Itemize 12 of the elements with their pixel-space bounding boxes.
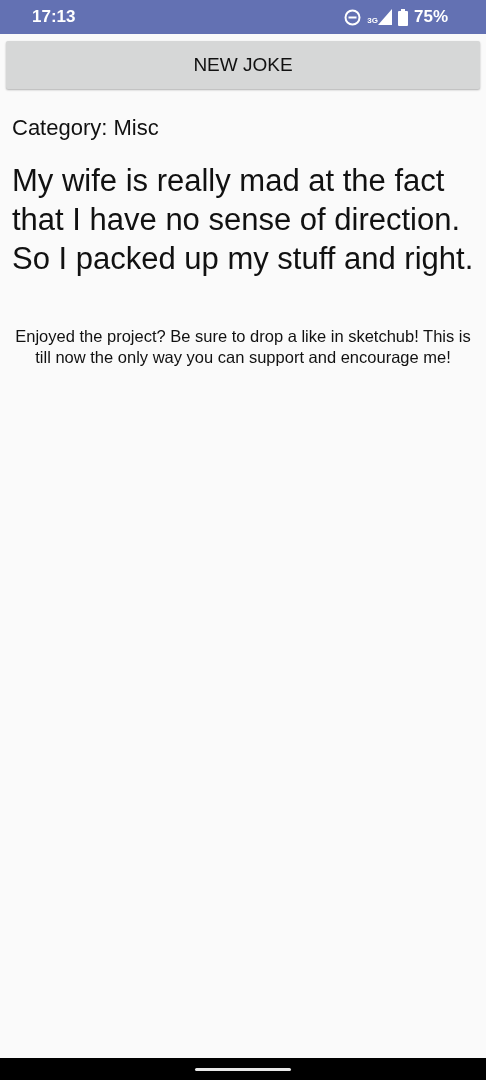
joke-text: So I packed up my stuff and right. [12, 240, 475, 278]
battery-level: 75% [413, 7, 448, 27]
do-not-disturb-icon [344, 8, 362, 26]
category-label: Category: Misc [12, 115, 160, 141]
battery-icon [397, 8, 408, 26]
new-joke-button[interactable]: NEW JOKE [6, 41, 480, 89]
signal-icon [377, 9, 392, 25]
home-handle[interactable] [195, 1067, 291, 1071]
footer-message: Enjoyed the project? Be sure to drop a like in sketchub! This is till now the only way you can support and encourage me! [14, 326, 472, 368]
network-type: 3G [367, 16, 378, 25]
joke-text: My wife is really mad at the fact that I have no sense of direction. [12, 162, 462, 239]
clock: 17:13 [32, 7, 77, 27]
